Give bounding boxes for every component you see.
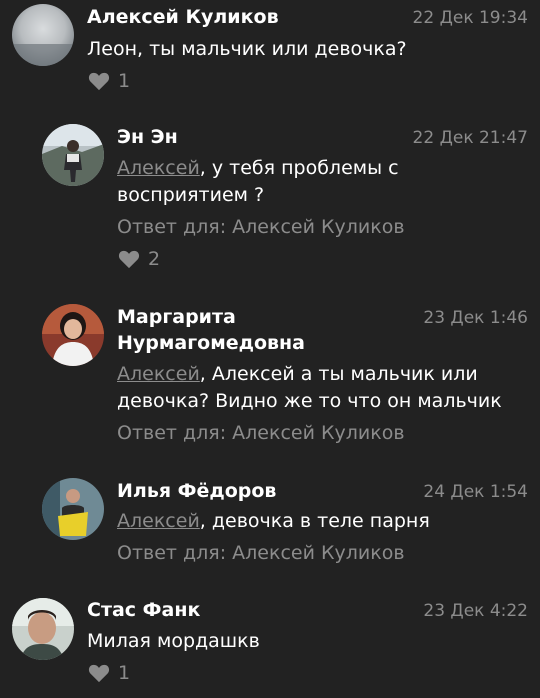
mention-link[interactable]: Алексей (117, 510, 200, 532)
reply-to-label[interactable]: Ответ для: Алексей Куликов (117, 540, 405, 566)
author-name[interactable]: Маргарита Нурмагомедовна (117, 304, 397, 356)
timestamp: 23 Дек 1:46 (423, 308, 528, 328)
mention-link[interactable]: Алексей (117, 363, 200, 385)
author-name[interactable]: Илья Фёдоров (117, 478, 276, 504)
avatar[interactable] (12, 598, 74, 660)
author-name[interactable]: Алексей Куликов (87, 4, 279, 30)
avatar[interactable] (12, 4, 74, 66)
heart-icon (118, 250, 140, 269)
comment-item: Эн Эн 22 Дек 21:47 Алексей, у тебя пробл… (0, 118, 540, 288)
heart-icon (88, 72, 110, 91)
comment-item: Алексей Куликов 22 Дек 19:34 Леон, ты ма… (0, 0, 540, 110)
heart-icon (88, 664, 110, 683)
author-name[interactable]: Эн Эн (117, 124, 178, 150)
comment-text: Милая мордашкв (87, 630, 260, 652)
timestamp: 24 Дек 1:54 (423, 482, 528, 502)
author-name[interactable]: Стас Фанк (87, 597, 200, 623)
timestamp: 22 Дек 19:34 (412, 8, 528, 28)
avatar[interactable] (42, 478, 104, 540)
timestamp: 23 Дек 4:22 (423, 601, 528, 621)
comment-item: Маргарита Нурмагомедовна 23 Дек 1:46 Але… (0, 300, 540, 460)
comment-item: Илья Фёдоров 24 Дек 1:54 Алексей, девочк… (0, 474, 540, 584)
like-button[interactable]: 1 (88, 660, 130, 686)
avatar[interactable] (42, 124, 104, 186)
mention-link[interactable]: Алексей (117, 157, 200, 179)
reply-to-label[interactable]: Ответ для: Алексей Куликов (117, 214, 405, 240)
like-button[interactable]: 2 (118, 246, 160, 272)
comment-text: Алексей, девочка в теле парня (117, 510, 430, 532)
comment-text: Алексей, Алексей а ты мальчик или девочк… (117, 363, 502, 412)
like-button[interactable]: 1 (88, 68, 130, 94)
like-count: 2 (148, 248, 161, 270)
comment-item: Стас Фанк 23 Дек 4:22 Милая мордашкв 1 (0, 594, 540, 698)
like-count: 1 (118, 70, 131, 92)
reply-to-label[interactable]: Ответ для: Алексей Куликов (117, 420, 405, 446)
comment-text: Алексей, у тебя проблемы с восприятием ? (117, 157, 399, 206)
avatar[interactable] (42, 304, 104, 366)
timestamp: 22 Дек 21:47 (412, 128, 528, 148)
like-count: 1 (118, 662, 131, 684)
comment-text: Леон, ты мальчик или девочка? (87, 38, 407, 60)
